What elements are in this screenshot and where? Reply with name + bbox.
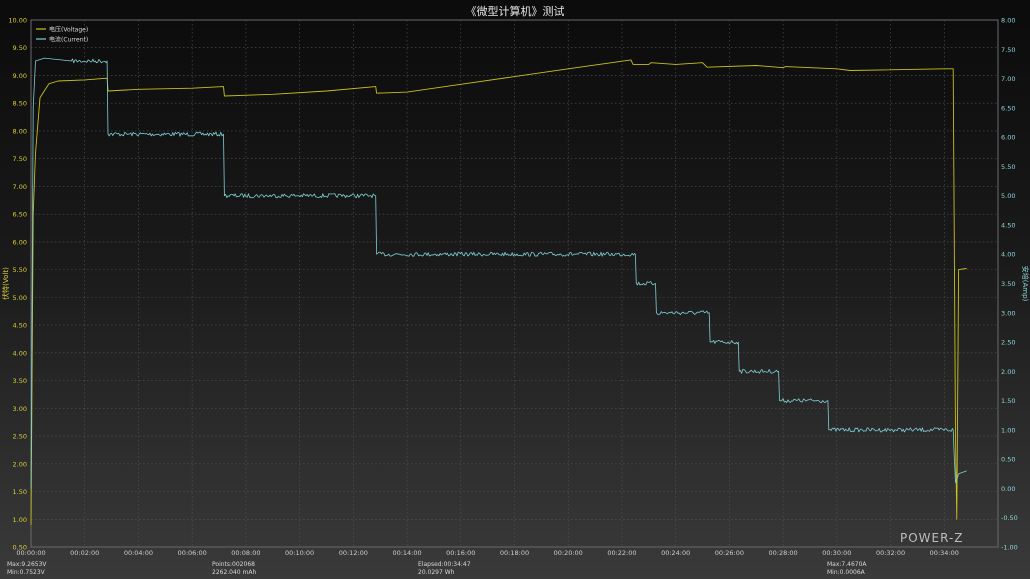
x-tick-label: 00:18:00 [500,549,529,557]
y-left-tick-label: 0.50 [13,544,27,552]
current-min-stat: Min:0.0006A [827,569,865,576]
y-left-tick-label: 9.50 [13,44,27,52]
y-right-tick-label: 5.50 [1001,163,1015,171]
y-right-tick-label: -1.00 [1001,544,1018,552]
y-left-tick-label: 7.00 [13,183,27,191]
chart-window: 《微型计算机》测试 00:00:00 00:02:00 00:04:00 00:06:… [0,0,1030,579]
y-right-tick-label: 0.00 [1001,485,1015,493]
y-right-tick-label: 1.50 [1001,397,1015,405]
chart-canvas: 00:00:00 00:02:00 00:04:00 00:06:00 00:08:00… [1,17,1030,558]
y-right-tick-label: 1.00 [1001,426,1015,434]
voltage-series-line [30,59,967,525]
y-left-tick-label: 8.50 [13,100,27,108]
y-right-axis-title: 安培(Amp) [1021,266,1030,302]
power-z-logo: POWER-Z [900,531,964,545]
y-left-axis-title: 伏特(Volt) [1,267,10,300]
y-left-tick-label: 3.00 [13,405,27,413]
legend-voltage-label: 电压(Voltage) [49,25,88,33]
x-tick-label: 00:28:00 [769,549,798,557]
y-right-tick-label: 0.50 [1001,456,1015,464]
points-stat: Points:002068 [212,561,255,568]
x-tick-label: 00:22:00 [607,549,636,557]
capacity-stat: 2262.040 mAh [212,569,257,576]
voltage-max-stat: Max:9.2653V [7,561,47,568]
energy-stat: 20.0297 Wh [418,569,455,576]
y-left-tick-label: 8.00 [13,127,27,135]
y-left-tick-label: 6.50 [13,211,27,219]
current-series-line [30,57,967,489]
y-right-tick-label: 2.50 [1001,339,1015,347]
legend-current-label: 电流(Current) [49,35,88,43]
y-right-tick-label: 6.00 [1001,134,1015,142]
current-max-stat: Max:7.4670A [827,561,867,568]
x-tick-label: 00:34:00 [930,549,959,557]
plot-frame [30,19,999,548]
y-right-tick-label: 7.00 [1001,75,1015,83]
y-left-tick-label: 6.00 [13,238,27,246]
y-left-tick-label: 7.50 [13,155,27,163]
y-left-tick-label: 3.50 [13,377,27,385]
y-right-tick-label: 7.50 [1001,46,1015,54]
x-tick-label: 00:12:00 [339,549,368,557]
x-tick-label: 00:30:00 [822,549,851,557]
x-tick-label: 00:02:00 [70,549,99,557]
x-tick-label: 00:14:00 [392,549,421,557]
y-right-tick-label: 6.50 [1001,104,1015,112]
x-tick-label: 00:26:00 [715,549,744,557]
y-right-tick-label: 4.50 [1001,221,1015,229]
x-tick-label: 00:10:00 [285,549,314,557]
y-right-tick-label: 5.00 [1001,192,1015,200]
x-tick-label: 00:16:00 [446,549,475,557]
x-tick-label: 00:08:00 [231,549,260,557]
elapsed-stat: Elapsed:00:34:47 [418,561,471,568]
x-tick-label: 00:04:00 [124,549,153,557]
y-left-tick-label: 4.00 [13,349,27,357]
y-right-tick-label: -0.50 [1001,514,1018,522]
y-left-tick-label: 1.00 [13,516,27,524]
y-left-tick-label: 5.50 [13,266,27,274]
y-right-tick-label: 2.00 [1001,368,1015,376]
y-right-tick-label: 3.50 [1001,280,1015,288]
y-right-tick-label: 3.00 [1001,309,1015,317]
y-left-tick-label: 9.00 [13,72,27,80]
y-right-tick-label: 8.00 [1001,17,1015,25]
y-left-tick-label: 1.50 [13,488,27,496]
x-tick-label: 00:32:00 [876,549,905,557]
y-left-tick-label: 4.50 [13,322,27,330]
x-tick-label: 00:20:00 [554,549,583,557]
y-right-tick-label: 4.00 [1001,251,1015,259]
y-left-tick-label: 10.00 [8,17,27,25]
voltage-min-stat: Min:0.7523V [7,569,45,576]
y-left-tick-label: 2.50 [13,433,27,441]
x-tick-label: 00:24:00 [661,549,690,557]
x-tick-label: 00:06:00 [178,549,207,557]
y-left-tick-label: 5.00 [13,294,27,302]
y-left-tick-label: 2.00 [13,460,27,468]
